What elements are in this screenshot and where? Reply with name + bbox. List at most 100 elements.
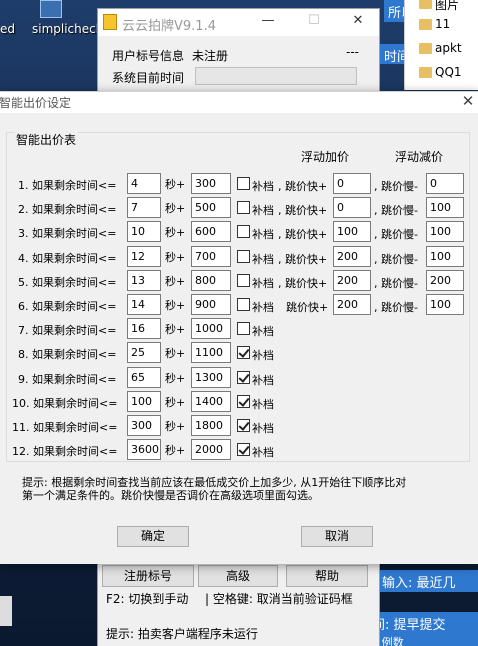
jump-fast-label: , 跳价快+: [278, 180, 328, 193]
seconds-input[interactable]: 7: [127, 197, 161, 218]
fill-gap-checkbox[interactable]: [237, 177, 250, 190]
fill-gap-checkbox[interactable]: [237, 250, 250, 263]
fill-gap-checkbox[interactable]: [237, 419, 250, 432]
float-down-input[interactable]: 0: [426, 173, 464, 194]
desktop-icon-simplicheck[interactable]: simplicheck: [32, 0, 103, 36]
fill-gap-label: 补档: [252, 180, 274, 193]
seconds-plus-label: 秒+: [165, 347, 186, 360]
seconds-plus-label: 秒+: [165, 226, 186, 239]
row-condition-label: 7. 如果剩余时间<=: [18, 324, 117, 337]
float-down-input[interactable]: 200: [426, 270, 464, 291]
float-up-input[interactable]: 200: [333, 270, 371, 291]
seconds-plus-label: 秒+: [165, 202, 186, 215]
dialog-titlebar: 智能出价设定 ✕: [0, 92, 478, 113]
fill-gap-checkbox[interactable]: [237, 346, 250, 359]
fill-gap-checkbox[interactable]: [237, 225, 250, 238]
row-condition-label: 11. 如果剩余时间<=: [12, 421, 118, 434]
add-amount-input[interactable]: 700: [191, 246, 231, 267]
folder-icon: [419, 43, 432, 54]
float-down-input[interactable]: 100: [426, 294, 464, 315]
folder-item[interactable]: QQ1: [419, 65, 462, 83]
close-button[interactable]: ✕: [348, 13, 368, 31]
seconds-input[interactable]: 3600: [127, 439, 161, 460]
row-condition-label: 5. 如果剩余时间<=: [18, 276, 117, 289]
row-condition-label: 10. 如果剩余时间<=: [12, 397, 118, 410]
add-amount-input[interactable]: 1300: [191, 367, 231, 388]
seconds-input[interactable]: 100: [127, 391, 161, 412]
seconds-input[interactable]: 12: [127, 246, 161, 267]
float-down-input[interactable]: 100: [426, 221, 464, 242]
seconds-input[interactable]: 16: [127, 318, 161, 339]
desktop-icon-ed[interactable]: ed: [0, 22, 15, 36]
folder-item[interactable]: 图片: [419, 0, 459, 14]
minimize-button[interactable]: —: [258, 13, 278, 31]
float-down-input[interactable]: 100: [426, 197, 464, 218]
add-amount-input[interactable]: 600: [191, 221, 231, 242]
fill-gap-checkbox[interactable]: [237, 395, 250, 408]
seconds-plus-label: 秒+: [165, 178, 186, 191]
seconds-input[interactable]: 14: [127, 294, 161, 315]
add-amount-input[interactable]: 500: [191, 197, 231, 218]
add-amount-input[interactable]: 1400: [191, 391, 231, 412]
register-button[interactable]: 注册标号: [102, 565, 194, 587]
float-up-input[interactable]: 200: [333, 294, 371, 315]
add-amount-input[interactable]: 1800: [191, 415, 231, 436]
advanced-button[interactable]: 高级: [198, 565, 278, 587]
status-text: 提示: 拍卖客户端程序未运行: [106, 627, 258, 641]
float-up-input[interactable]: 0: [333, 173, 371, 194]
add-amount-input[interactable]: 300: [191, 173, 231, 194]
smart-bid-dialog: 智能出价设定 ✕ 智能出价表 浮动加价 浮动减价 1. 如果剩余时间<= 4 秒+ 3…: [0, 91, 478, 564]
fill-gap-checkbox[interactable]: [237, 371, 250, 384]
header-float-up: 浮动加价: [301, 150, 350, 164]
float-up-input[interactable]: 100: [333, 221, 371, 242]
desktop-icon-label: ed: [0, 22, 15, 36]
user-id-label: 用户标号信息: [112, 49, 185, 63]
dialog-title: 智能出价设定: [0, 96, 72, 110]
seconds-input[interactable]: 4: [127, 173, 161, 194]
jump-slow-label: , 跳价慢-: [374, 204, 418, 217]
folder-item[interactable]: apkt: [419, 41, 462, 59]
jump-slow-label: , 跳价慢-: [374, 228, 418, 241]
background-window-strip: 间: 提早提交: [368, 612, 478, 634]
system-time-label: 系统目前时间: [112, 71, 185, 85]
fill-gap-checkbox[interactable]: [237, 298, 250, 311]
cancel-button[interactable]: 取消: [301, 526, 373, 547]
seconds-input[interactable]: 65: [127, 367, 161, 388]
float-down-input[interactable]: 100: [426, 246, 464, 267]
fill-gap-checkbox[interactable]: [237, 322, 250, 335]
add-amount-input[interactable]: 800: [191, 270, 231, 291]
dialog-close-icon[interactable]: ✕: [460, 92, 476, 110]
float-up-input[interactable]: 200: [333, 246, 371, 267]
ok-button[interactable]: 确定: [117, 526, 189, 547]
fill-gap-checkbox[interactable]: [237, 274, 250, 287]
row-condition-label: 12. 如果剩余时间<=: [12, 445, 118, 458]
fill-gap-checkbox[interactable]: [237, 201, 250, 214]
fill-gap-label: 补档: [252, 228, 274, 241]
folder-item[interactable]: 11: [419, 17, 450, 35]
fill-gap-label: 补档: [252, 204, 274, 217]
fill-gap-checkbox[interactable]: [237, 443, 250, 456]
user-id-extra: ---: [346, 45, 359, 59]
seconds-input[interactable]: 300: [127, 415, 161, 436]
seconds-input[interactable]: 25: [127, 342, 161, 363]
seconds-plus-label: 秒+: [165, 372, 186, 385]
maximize-button[interactable]: ☐: [304, 13, 324, 31]
fill-gap-label: 补档: [252, 301, 274, 314]
seconds-plus-label: 秒+: [165, 251, 186, 264]
app-icon: [103, 14, 117, 30]
add-amount-input[interactable]: 2000: [191, 439, 231, 460]
add-amount-input[interactable]: 900: [191, 294, 231, 315]
main-window-title: 云云拍牌V9.1.4: [122, 19, 216, 34]
folder-icon: [419, 0, 432, 9]
help-button[interactable]: 帮助: [286, 565, 368, 587]
fill-gap-label: 补档: [252, 253, 274, 266]
float-up-input[interactable]: 0: [333, 197, 371, 218]
system-time-field: [195, 67, 357, 85]
add-amount-input[interactable]: 1100: [191, 342, 231, 363]
jump-fast-label: , 跳价快+: [278, 204, 328, 217]
row-condition-label: 6. 如果剩余时间<=: [18, 300, 117, 313]
add-amount-input[interactable]: 1000: [191, 318, 231, 339]
file-explorer-pane: 图片 11 apkt QQ1: [404, 0, 478, 90]
seconds-input[interactable]: 13: [127, 270, 161, 291]
seconds-input[interactable]: 10: [127, 221, 161, 242]
